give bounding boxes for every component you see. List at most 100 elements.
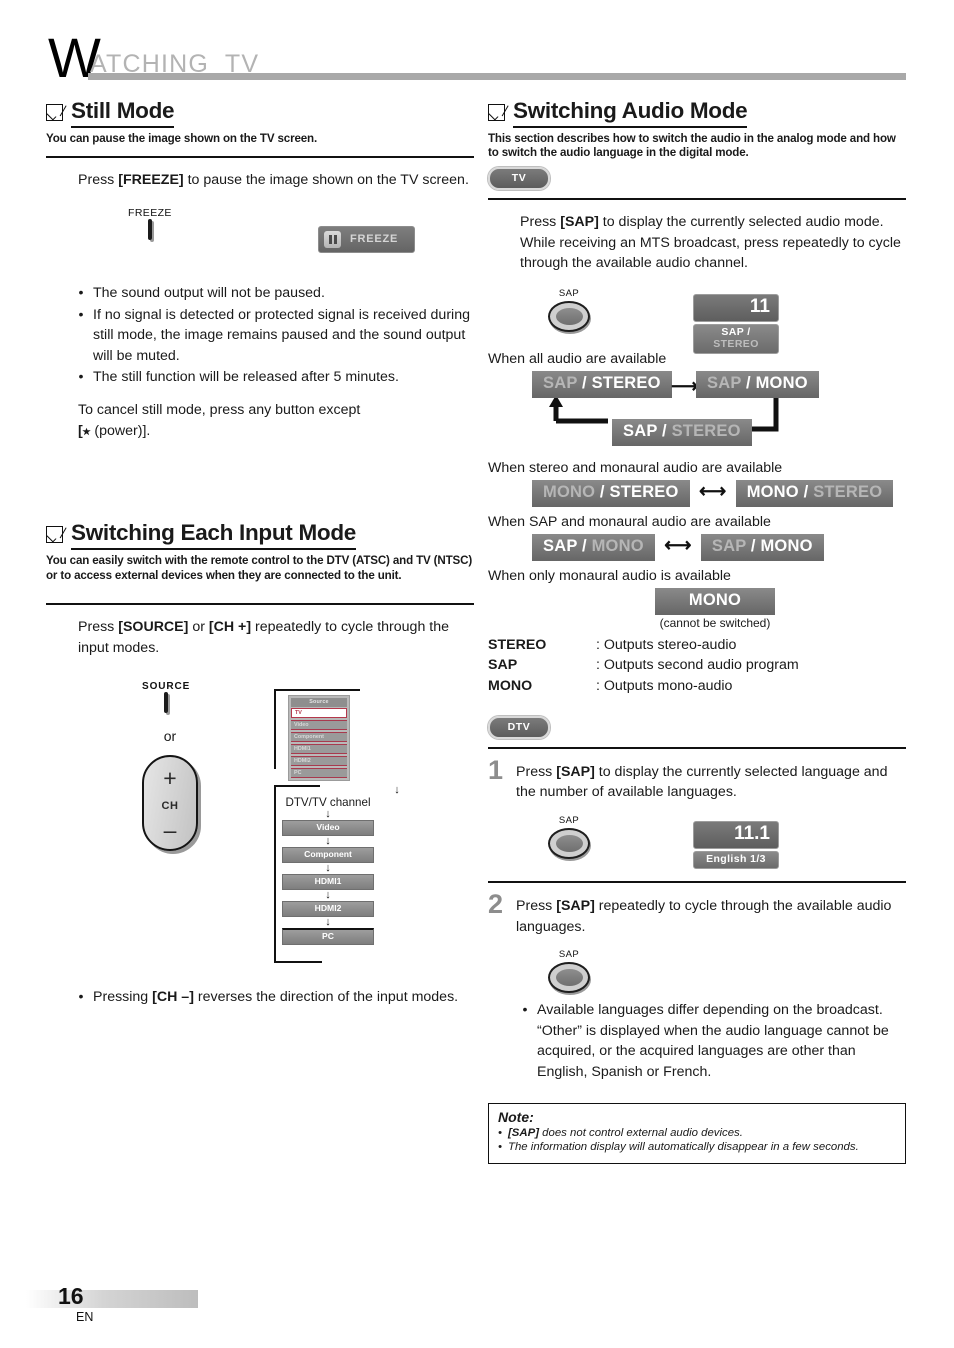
source-menu-item-hdmi2[interactable]: HDMI2 <box>291 755 347 767</box>
step2-bullet: • Available languages differ depending on… <box>522 1002 889 1081</box>
note-item: • The information display will automatica… <box>498 1141 859 1154</box>
input-footnote: • Pressing [CH –] reverses the direction… <box>78 988 459 1005</box>
note-item: • [SAP] does not control external audio d… <box>498 1126 743 1139</box>
sap-button-label: SAP <box>558 949 580 961</box>
header-divider <box>88 73 906 80</box>
sap-button-cap[interactable] <box>548 300 590 332</box>
arrow-down-icon: ↓ <box>325 888 331 901</box>
bracket-top <box>274 688 360 691</box>
arrow-down-icon: ↓ <box>325 915 331 928</box>
source-menu-item-tv[interactable]: TV <box>291 708 347 719</box>
divider <box>488 746 906 749</box>
arrow-down-icon: ↓ <box>325 834 331 847</box>
note-item-1: [SAP] does not control external audio de… <box>508 1126 743 1139</box>
still-instruction: Press [FREEZE] to pause the image shown … <box>78 170 474 191</box>
legend-row: STEREO: Outputs stereo-audio <box>488 636 737 653</box>
flow-box-video: Video <box>282 819 374 836</box>
source-menu-graphic: Source TV Video Component HDMI1 HDMI2 PC <box>274 688 360 782</box>
freeze-button-cap[interactable] <box>147 218 152 240</box>
flow-box-pc: PC <box>282 927 374 945</box>
left-column: Still Mode You can pause the image shown… <box>46 98 474 1007</box>
freeze-graphic-row: FREEZE FREEZE <box>46 207 474 269</box>
freeze-button-label: FREEZE <box>128 206 172 219</box>
section-input-mode-heading: Switching Each Input Mode <box>46 520 474 550</box>
osd-channel-number: 11 <box>693 293 779 322</box>
divider <box>488 881 906 884</box>
sap-key: [SAP] <box>560 214 599 231</box>
ch-rocker-button[interactable]: + CH – <box>142 754 198 851</box>
sap-button-cap[interactable] <box>548 962 590 994</box>
arrow-left-right-icon: ⟷ <box>699 480 727 502</box>
step-text: Press [SAP] to display the currently sel… <box>516 763 888 801</box>
tv-mode-badge: TV <box>488 167 550 191</box>
divider <box>488 198 906 201</box>
dtv-badge-row: DTV <box>488 715 906 739</box>
audio-case2-diagram: MONO / STEREO ⟷ MONO / STEREO <box>488 479 906 507</box>
audio-box: MONO / STEREO <box>532 479 690 507</box>
cancel-line-2: [⭒ (power)]. <box>78 421 474 443</box>
freeze-osd-label: FREEZE <box>350 233 399 246</box>
audio-box: SAP / MONO <box>700 533 824 561</box>
audio-tv-instruction: Press [SAP] to display the currently sel… <box>520 214 901 272</box>
freeze-remote-button[interactable]: FREEZE <box>128 206 172 240</box>
arrow-left-right-icon: ⟷ <box>664 534 692 556</box>
sap-osd: 11 SAP / STEREO <box>693 293 779 354</box>
page-footer: 16 EN <box>26 1283 266 1326</box>
step1-graphic-row: SAP 11.1 English 1/3 <box>488 815 906 873</box>
section-input-mode: Switching Each Input Mode You can easily… <box>46 520 474 1007</box>
list-item: • If no signal is detected or protected s… <box>78 306 470 364</box>
page-language: EN <box>76 1310 94 1324</box>
step2-graphic-row: SAP <box>488 949 906 999</box>
audio-case1-diagram: SAP / STEREO ⟶ SAP / MONO SAP / STEREO <box>488 370 906 453</box>
audio-box: SAP / MONO <box>532 533 655 561</box>
legend-row: SAP: Outputs second audio program <box>488 657 799 674</box>
input-flow-diagram: ↓ DTV/TV channel ↓ Video ↓ Component ↓ H… <box>274 783 474 963</box>
section-subtitle: You can pause the image shown on the TV … <box>46 131 318 145</box>
step-text: Press [SAP] repeatedly to cycle through … <box>516 898 892 935</box>
sap-button-label: SAP <box>558 287 580 299</box>
source-menu-item-component[interactable]: Component <box>291 732 347 743</box>
flow-box-component: Component <box>282 846 374 863</box>
source-menu[interactable]: Source TV Video Component HDMI1 HDMI2 PC <box>288 694 350 782</box>
source-remote-button[interactable]: SOURCE <box>142 681 190 713</box>
source-menu-item-pc[interactable]: PC <box>291 767 347 779</box>
still-bullets: • The sound output will not be paused. • I… <box>78 283 474 388</box>
section-subtitle: You can easily switch with the remote co… <box>46 553 473 582</box>
instruction-prefix: Press <box>78 172 119 189</box>
source-menu-item-video[interactable]: Video <box>291 720 347 731</box>
audio-box: SAP / STEREO <box>612 418 752 446</box>
divider <box>46 156 474 159</box>
section-title: Switching Each Input Mode <box>71 520 356 550</box>
list-item: • The still function will be released aft… <box>78 369 399 386</box>
tv-badge-row: TV <box>488 167 906 191</box>
section-subtitle: This section describes how to switch the… <box>488 131 896 160</box>
note-box: Note: • [SAP] does not control external a… <box>488 1102 906 1165</box>
section-still-mode-heading: Still Mode <box>46 98 474 128</box>
legend-row: MONO: Outputs mono-audio <box>488 677 733 694</box>
step-number: 2 <box>488 889 504 920</box>
page-number: 16 <box>58 1283 84 1309</box>
pause-icon <box>324 230 341 248</box>
sap-remote-button[interactable]: SAP <box>548 949 590 994</box>
sap-button-label: SAP <box>558 815 580 827</box>
audio-legend: STEREO: Outputs stereo-audio SAP: Output… <box>488 635 906 696</box>
sap-button-cap[interactable] <box>548 828 590 860</box>
arrow-down-icon: ↓ <box>325 807 331 820</box>
sap-remote-button[interactable]: SAP <box>548 815 590 860</box>
sap-remote-button[interactable]: SAP <box>548 288 590 332</box>
arrow-down-icon: ↓ <box>394 783 400 796</box>
audio-case4-caption: When only monaural audio is available <box>488 567 731 584</box>
ch-plus-key: [CH +] <box>208 619 252 636</box>
osd-language: English 1/3 <box>693 850 779 869</box>
flow-bracket-line <box>274 784 277 963</box>
audio-case3-caption: When SAP and monaural audio are availabl… <box>488 513 771 530</box>
instruction-suffix: to pause the image shown on the TV scree… <box>183 172 469 189</box>
dtv-mode-badge: DTV <box>488 715 550 739</box>
source-menu-header: Source <box>291 697 347 707</box>
checkbox-icon <box>46 104 63 121</box>
source-button-cap[interactable] <box>164 691 169 713</box>
source-menu-item-hdmi1[interactable]: HDMI1 <box>291 744 347 755</box>
input-instruction: Press [SOURCE] or [CH +] repeatedly to c… <box>78 619 450 656</box>
audio-box-mono: MONO <box>654 587 776 615</box>
section-audio-mode-heading: Switching Audio Mode <box>488 98 906 128</box>
